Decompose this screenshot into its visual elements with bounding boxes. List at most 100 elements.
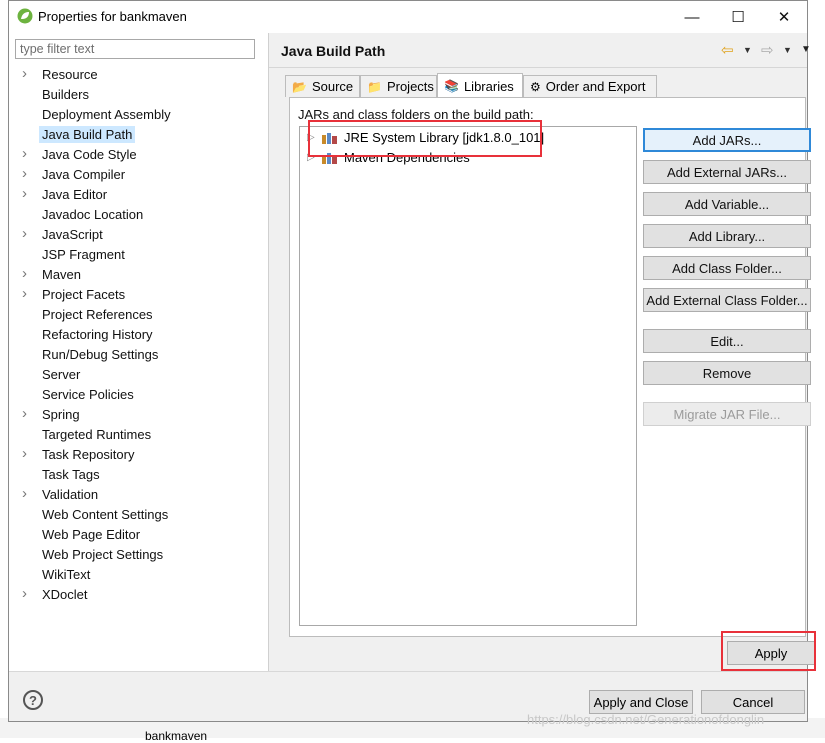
minimize-icon: — [684, 8, 700, 26]
add-class-folder-button[interactable]: Add Class Folder... [643, 256, 811, 280]
tree-item[interactable]: › Project Facets [9, 285, 268, 305]
tree-item-label: Javadoc Location [42, 207, 144, 222]
tree-item[interactable]: › Validation [9, 485, 268, 505]
add-jars-button[interactable]: Add JARs... [643, 128, 811, 152]
order-export-icon: ⚙ [530, 79, 541, 94]
expand-chevron-icon[interactable]: › [22, 285, 32, 302]
tree-item-label: Web Content Settings [42, 507, 169, 522]
help-icon[interactable]: ? [23, 690, 43, 710]
properties-dialog: Properties for bankmaven — ☐ ✕ › Resource… [8, 0, 816, 722]
tab-libraries[interactable]: 📚 Libraries [437, 73, 523, 98]
tree-item[interactable]: › Java Compiler [9, 165, 268, 185]
tree-item-label: Web Page Editor [42, 527, 141, 542]
tree-item-label: XDoclet [42, 587, 88, 602]
tree-item[interactable]: › XDoclet [9, 585, 268, 605]
expand-chevron-icon[interactable]: › [22, 445, 32, 462]
highlight-annotation-jre [308, 120, 542, 157]
tree-item[interactable]: Java Build Path [9, 125, 268, 145]
tree-item[interactable]: › JavaScript [9, 225, 268, 245]
tree-item[interactable]: JSP Fragment [9, 245, 268, 265]
tree-item-label: Project References [42, 307, 153, 322]
tree-item[interactable]: Task Tags [9, 465, 268, 485]
migrate-jar-button[interactable]: Migrate JAR File... [643, 402, 811, 426]
watermark: https://blog.csdn.net/Generationofdongli… [527, 712, 765, 727]
footer-divider [9, 671, 807, 672]
expand-chevron-icon[interactable]: › [22, 585, 32, 602]
tree-item[interactable]: Server [9, 365, 268, 385]
add-variable-button[interactable]: Add Variable... [643, 192, 811, 216]
tab-label: Projects [386, 79, 434, 94]
tree-item[interactable]: › Resource [9, 65, 268, 85]
tab-order-export[interactable]: ⚙ Order and Export [523, 75, 657, 97]
close-icon: ✕ [777, 9, 791, 26]
filter-input[interactable] [15, 39, 255, 59]
page-header: Java Build Path ⇦ ▼ ⇨ ▼ ▼ [269, 33, 811, 68]
remove-button[interactable]: Remove [643, 361, 811, 385]
tab-label: Order and Export [545, 79, 646, 94]
tree-item[interactable]: Builders [9, 85, 268, 105]
tree-item-label: Validation [42, 487, 99, 502]
back-dropdown-icon[interactable]: ▼ [743, 45, 752, 55]
cancel-button[interactable]: Cancel [701, 690, 805, 714]
tree-item-label: Spring [42, 407, 80, 422]
expand-chevron-icon[interactable]: › [22, 405, 32, 422]
tree-item[interactable]: Targeted Runtimes [9, 425, 268, 445]
tree-item[interactable]: Web Page Editor [9, 525, 268, 545]
library-tree[interactable] [299, 126, 637, 626]
tab-source[interactable]: 📂 Source [285, 75, 360, 97]
tree-item-label: Java Build Path [38, 126, 136, 143]
expand-chevron-icon[interactable]: › [22, 145, 32, 162]
tree-item-label: Refactoring History [42, 327, 153, 342]
tab-projects[interactable]: 📁 Projects [360, 75, 437, 97]
tree-item-label: Task Repository [42, 447, 135, 462]
add-library-button[interactable]: Add Library... [643, 224, 811, 248]
tree-item[interactable]: › Java Editor [9, 185, 268, 205]
forward-arrow-icon[interactable]: ⇨ [761, 41, 774, 59]
apply-and-close-button[interactable]: Apply and Close [589, 690, 693, 714]
forward-dropdown-icon[interactable]: ▼ [783, 45, 792, 55]
tree-item[interactable]: Project References [9, 305, 268, 325]
tree-item[interactable]: WikiText [9, 565, 268, 585]
tree-item-label: Java Compiler [42, 167, 126, 182]
tree-item[interactable]: › Spring [9, 405, 268, 425]
back-arrow-icon[interactable]: ⇦ [721, 41, 734, 59]
window-title: Properties for bankmaven [38, 9, 187, 24]
edit-button[interactable]: Edit... [643, 329, 811, 353]
maximize-icon: ☐ [731, 9, 745, 26]
view-menu-icon[interactable]: ▼ [801, 44, 811, 55]
tree-item[interactable]: Web Content Settings [9, 505, 268, 525]
tree-item-label: JSP Fragment [42, 247, 125, 262]
tree-item-label: Java Editor [42, 187, 108, 202]
tree-item[interactable]: › Java Code Style [9, 145, 268, 165]
minimize-button[interactable]: — [669, 1, 715, 33]
tree-item[interactable]: Javadoc Location [9, 205, 268, 225]
tree-item[interactable]: Run/Debug Settings [9, 345, 268, 365]
tree-item[interactable]: Deployment Assembly [9, 105, 268, 125]
add-external-class-folder-button[interactable]: Add External Class Folder... [643, 288, 811, 312]
expand-chevron-icon[interactable]: › [22, 485, 32, 502]
page-title: Java Build Path [281, 43, 386, 59]
tree-item-label: Service Policies [42, 387, 134, 402]
maximize-button[interactable]: ☐ [715, 1, 761, 33]
tree-item-label: Resource [42, 67, 98, 82]
tree-item[interactable]: › Task Repository [9, 445, 268, 465]
expand-chevron-icon[interactable]: › [22, 225, 32, 242]
tree-item-label: Server [42, 367, 81, 382]
close-button[interactable]: ✕ [761, 1, 807, 33]
tree-item-label: Java Code Style [42, 147, 137, 162]
tree-item-label: Task Tags [42, 467, 100, 482]
tree-item[interactable]: Refactoring History [9, 325, 268, 345]
expand-chevron-icon[interactable]: › [22, 265, 32, 282]
expand-chevron-icon[interactable]: › [22, 185, 32, 202]
tree-item-label: WikiText [42, 567, 91, 582]
tree-item[interactable]: Service Policies [9, 385, 268, 405]
add-external-jars-button[interactable]: Add External JARs... [643, 160, 811, 184]
tab-label: Libraries [463, 78, 514, 94]
title-bar[interactable]: Properties for bankmaven — ☐ ✕ [9, 1, 807, 33]
tree-item[interactable]: › Maven [9, 265, 268, 285]
tree-item-label: JavaScript [42, 227, 103, 242]
tree-item-label: Deployment Assembly [42, 107, 171, 122]
expand-chevron-icon[interactable]: › [22, 65, 32, 82]
expand-chevron-icon[interactable]: › [22, 165, 32, 182]
tree-item[interactable]: Web Project Settings [9, 545, 268, 565]
